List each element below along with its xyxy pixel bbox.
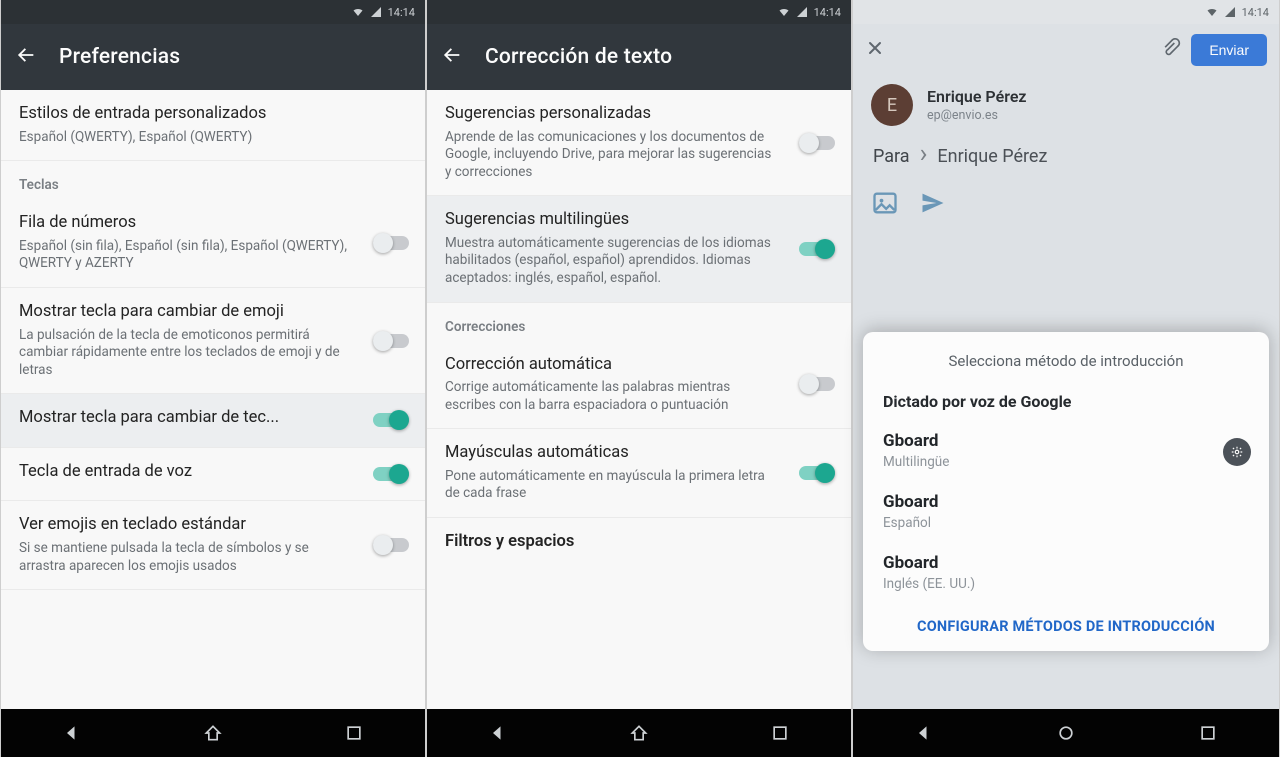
item-number-row[interactable]: Fila de números Español (sin fila), Espa… [1, 199, 425, 288]
send-button[interactable]: Enviar [1191, 34, 1267, 66]
item-multilingual-suggestions[interactable]: Sugerencias multilingües Muestra automát… [427, 196, 851, 302]
send-icon[interactable] [919, 189, 947, 217]
status-bar: 14:14 [427, 0, 851, 24]
to-label: Para [873, 146, 910, 167]
item-emoji-key[interactable]: Mostrar tecla para cambiar de emoji La p… [1, 288, 425, 394]
nav-back-icon[interactable] [488, 723, 508, 743]
from-email: ep@envio.es [927, 108, 1027, 123]
toggle-emoji-physical[interactable] [373, 535, 409, 555]
page-title: Corrección de texto [485, 45, 672, 69]
item-personal-suggestions[interactable]: Sugerencias personalizadas Aprende de la… [427, 90, 851, 196]
toggle-emoji-key[interactable] [373, 331, 409, 351]
status-time: 14:14 [388, 6, 415, 19]
nav-home-icon[interactable] [1056, 723, 1076, 743]
arrow-left-icon [441, 44, 463, 66]
gear-icon [1230, 445, 1244, 459]
signal-icon [796, 6, 808, 18]
phone-compose: 14:14 Enviar E Enrique Pérez ep@envio.es [852, 0, 1280, 757]
wifi-icon [1206, 6, 1218, 18]
compose-tools [853, 181, 1279, 231]
ime-option-sub: Multilingüe [883, 454, 1249, 470]
sheet-header: Selecciona método de introducción [863, 346, 1269, 386]
ime-option[interactable]: Gboard Inglés (EE. UU.) [863, 543, 1269, 604]
arrow-left-icon [15, 44, 37, 66]
toggle-auto-correction[interactable] [799, 374, 835, 394]
nav-bar [1, 709, 425, 757]
nav-bar [427, 709, 851, 757]
input-method-sheet: Selecciona método de introducción Dictad… [863, 332, 1269, 651]
nav-back-icon[interactable] [62, 723, 82, 743]
wifi-icon [778, 6, 790, 18]
ime-option-title: Gboard [883, 492, 1249, 512]
section-keys: Teclas [1, 161, 425, 199]
toggle-voice-key[interactable] [373, 464, 409, 484]
nav-back-icon[interactable] [914, 723, 934, 743]
phone-text-correction: 14:14 Corrección de texto Sugerencias pe… [426, 0, 852, 757]
app-bar: Preferencias [1, 24, 425, 90]
toggle-number-row[interactable] [373, 233, 409, 253]
signal-icon [1224, 6, 1236, 18]
nav-recent-icon[interactable] [344, 723, 364, 743]
avatar: E [871, 84, 913, 126]
attach-icon [1161, 38, 1181, 58]
nav-bar [853, 709, 1279, 757]
ime-option-title: Gboard [883, 431, 1249, 451]
toggle-switch-keyboard[interactable] [373, 410, 409, 430]
section-corrections: Correcciones [427, 303, 851, 341]
ime-option-sub: Inglés (EE. UU.) [883, 576, 1249, 592]
status-time: 14:14 [1242, 6, 1269, 19]
compose-body: Enviar E Enrique Pérez ep@envio.es Para … [853, 24, 1279, 709]
close-icon [865, 38, 885, 58]
close-button[interactable] [865, 38, 885, 62]
app-bar: Corrección de texto [427, 24, 851, 90]
compose-topbar: Enviar [853, 24, 1279, 76]
item-emoji-physical[interactable]: Ver emojis en teclado estándar Si se man… [1, 501, 425, 590]
status-time: 14:14 [814, 6, 841, 19]
back-button[interactable] [15, 44, 37, 70]
ime-option-title: Gboard [883, 553, 1249, 573]
status-bar: 14:14 [853, 0, 1279, 24]
chevron-right-icon: › [920, 144, 928, 165]
toggle-auto-caps[interactable] [799, 463, 835, 483]
sheet-subheader: Dictado por voz de Google [863, 386, 1269, 421]
item-input-styles[interactable]: Estilos de entrada personalizados Españo… [1, 90, 425, 161]
nav-recent-icon[interactable] [1198, 723, 1218, 743]
toggle-personal-suggestions[interactable] [799, 133, 835, 153]
status-bar: 14:14 [1, 0, 425, 24]
page-title: Preferencias [59, 45, 180, 69]
ime-settings-button[interactable] [1223, 438, 1251, 466]
wifi-icon [352, 6, 364, 18]
from-name: Enrique Pérez [927, 87, 1027, 106]
toggle-multilingual[interactable] [799, 239, 835, 259]
settings-list: Sugerencias personalizadas Aprende de la… [427, 90, 851, 709]
item-voice-key[interactable]: Tecla de entrada de voz [1, 448, 425, 502]
ime-option[interactable]: Gboard Multilingüe [863, 421, 1269, 482]
to-row[interactable]: Para › Enrique Pérez [853, 140, 1279, 181]
section-filters: Filtros y espacios [427, 518, 851, 561]
image-icon[interactable] [871, 189, 899, 217]
back-button[interactable] [441, 44, 463, 70]
settings-list: Estilos de entrada personalizados Españo… [1, 90, 425, 709]
phone-preferences: 14:14 Preferencias Estilos de entrada pe… [0, 0, 426, 757]
item-switch-keyboard-key[interactable]: Mostrar tecla para cambiar de tec... [1, 394, 425, 448]
signal-icon [370, 6, 382, 18]
from-row[interactable]: E Enrique Pérez ep@envio.es [853, 76, 1279, 140]
nav-recent-icon[interactable] [770, 723, 790, 743]
to-value: Enrique Pérez [937, 146, 1047, 167]
item-auto-caps[interactable]: Mayúsculas automáticas Pone automáticame… [427, 429, 851, 518]
item-auto-correction[interactable]: Corrección automática Corrige automática… [427, 341, 851, 430]
sheet-footer-link[interactable]: CONFIGURAR MÉTODOS DE INTRODUCCIÓN [863, 604, 1269, 645]
ime-option[interactable]: Gboard Español [863, 482, 1269, 543]
nav-home-icon[interactable] [629, 723, 649, 743]
attach-button[interactable] [1161, 38, 1181, 62]
nav-home-icon[interactable] [203, 723, 223, 743]
ime-option-sub: Español [883, 515, 1249, 531]
